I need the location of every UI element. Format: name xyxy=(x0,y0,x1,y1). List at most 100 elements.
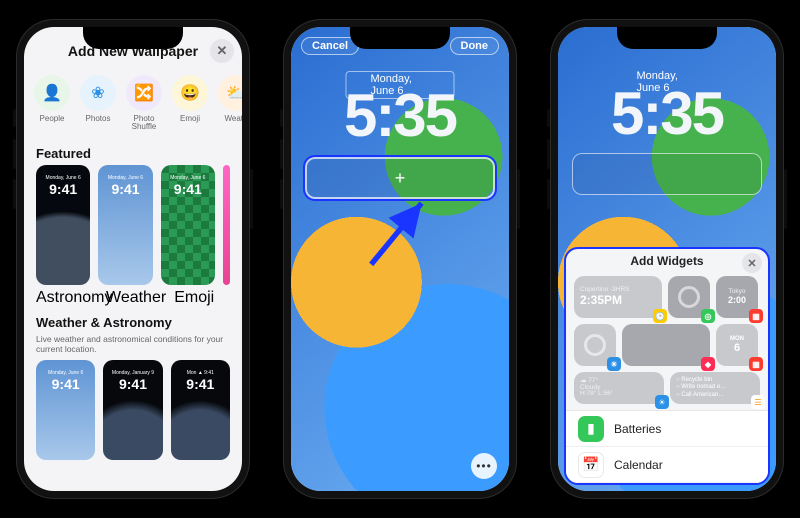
sheet-header: Add Widgets ✕ xyxy=(566,249,768,272)
tile-time: 9:41 xyxy=(103,376,162,392)
wallpaper-tile[interactable]: Monday, January 99:41 xyxy=(103,360,162,460)
weather-icon: ☀ xyxy=(655,395,669,409)
app-list: ▮ Batteries 📅 Calendar xyxy=(566,410,768,483)
app-item-calendar[interactable]: 📅 Calendar xyxy=(566,447,768,483)
wallpaper-tile-weather[interactable]: Monday, June 69:41 xyxy=(98,165,152,285)
add-widgets-sheet: Add Widgets ✕ Cupertino -3HRS 2:35PM 🕑 ◎… xyxy=(564,247,770,485)
tile-time: 9:41 xyxy=(171,376,230,392)
app-label: Calendar xyxy=(614,458,663,472)
volume-down xyxy=(280,179,283,209)
more-button[interactable]: ••• xyxy=(471,453,497,479)
widget-ring[interactable]: ☀ xyxy=(574,324,616,366)
reminders-icon: ☰ xyxy=(751,395,765,409)
widget-suggestions: Cupertino -3HRS 2:35PM 🕑 ◎ Tokyo 2:00 ▦ … xyxy=(566,272,768,410)
tile-time: 9:41 xyxy=(36,181,90,197)
tile-time: 9:41 xyxy=(98,181,152,197)
tile-caption: Astronomy xyxy=(36,289,98,307)
app-icon: ◆ xyxy=(701,357,715,371)
close-button[interactable]: ✕ xyxy=(210,39,234,63)
silence-switch xyxy=(547,109,550,127)
widget-fitness-rings[interactable]: ◎ xyxy=(668,276,710,318)
close-button[interactable]: ✕ xyxy=(742,253,762,273)
notch xyxy=(83,27,183,49)
weather-icon: ☀ xyxy=(607,357,621,371)
ring-icon xyxy=(584,334,606,356)
battery-icon: ▮ xyxy=(578,416,604,442)
phone-add-wallpaper: Add New Wallpaper ✕ 👤People ❀Photos 🔀Pho… xyxy=(16,19,250,499)
volume-up xyxy=(13,139,16,169)
calendar-icon: ▦ xyxy=(749,357,763,371)
volume-down xyxy=(547,179,550,209)
volume-up xyxy=(280,139,283,169)
featured-tiles: Monday, June 69:41 Monday, June 69:41 Mo… xyxy=(36,165,230,285)
widget-blank[interactable]: ◆ xyxy=(622,324,710,366)
reminder-item: ○ Write nomad e… xyxy=(676,384,754,392)
side-button xyxy=(517,169,520,229)
person-icon: 👤 xyxy=(34,75,70,111)
widget-weather[interactable]: ☁ 77° Cloudy H:78° L:56° ☀ xyxy=(574,372,664,404)
volume-down xyxy=(13,179,16,209)
widget-time: 2:35PM xyxy=(580,293,656,307)
lockscreen-time[interactable]: 5:35 xyxy=(291,81,509,150)
section-title: Weather & Astronomy xyxy=(36,315,230,330)
phone-add-widgets: Monday, June 6 5:35 Add Widgets ✕ Cupert… xyxy=(550,19,784,499)
category-label: People xyxy=(40,115,65,123)
close-icon: ✕ xyxy=(217,43,228,59)
widget-world-clock[interactable]: Cupertino -3HRS 2:35PM 🕑 xyxy=(574,276,662,318)
widget-slot[interactable] xyxy=(572,153,762,195)
category-people[interactable]: 👤 People xyxy=(34,75,70,132)
weather-hilo: H:78° L:56° xyxy=(580,391,658,398)
screen: Add New Wallpaper ✕ 👤People ❀Photos 🔀Pho… xyxy=(24,27,242,491)
ellipsis-icon: ••• xyxy=(476,459,492,473)
category-photos[interactable]: ❀ Photos xyxy=(80,75,116,132)
widget-time: 2:00 xyxy=(722,295,752,305)
plus-icon: + xyxy=(395,168,406,189)
emoji-icon: 😀 xyxy=(172,75,208,111)
silence-switch xyxy=(13,109,16,127)
weather-astro-tiles: Monday, June 69:41 Monday, January 99:41… xyxy=(36,360,230,460)
widget-day: 6 xyxy=(722,342,752,354)
volume-up xyxy=(547,139,550,169)
category-label: Photo Shuffle xyxy=(126,115,162,132)
widget-world-clock-small[interactable]: Tokyo 2:00 ▦ xyxy=(716,276,758,318)
app-label: Batteries xyxy=(614,422,661,436)
section-subtitle: Live weather and astronomical conditions… xyxy=(36,334,230,354)
wallpaper-tile-partial[interactable] xyxy=(223,165,230,285)
category-emoji[interactable]: 😀 Emoji xyxy=(172,75,208,132)
app-item-batteries[interactable]: ▮ Batteries xyxy=(566,411,768,447)
silence-switch xyxy=(280,109,283,127)
fitness-icon: ◎ xyxy=(701,309,715,323)
screen: Monday, June 6 5:35 Add Widgets ✕ Cupert… xyxy=(558,27,776,491)
widget-calendar-day[interactable]: MON6▦ xyxy=(716,324,758,366)
category-label: Photos xyxy=(86,115,111,123)
wallpaper-tile[interactable]: Mon ▲ 9:419:41 xyxy=(171,360,230,460)
section-title: Featured xyxy=(36,146,230,161)
notch xyxy=(617,27,717,49)
category-label: Emoji xyxy=(180,115,200,123)
category-weather[interactable]: ⛅Weath xyxy=(218,75,242,132)
wallpaper-tile-emoji[interactable]: Monday, June 69:41 xyxy=(161,165,215,285)
tile-caption: Weather xyxy=(106,289,166,307)
category-photo-shuffle[interactable]: 🔀Photo Shuffle xyxy=(126,75,162,132)
tile-time: 9:41 xyxy=(161,181,215,197)
lockscreen-time: 5:35 xyxy=(558,79,776,148)
weather-astronomy-section: Weather & Astronomy Live weather and ast… xyxy=(24,309,242,462)
cancel-button[interactable]: Cancel xyxy=(301,37,359,55)
featured-section: Featured Monday, June 69:41 Monday, June… xyxy=(24,140,242,309)
notch xyxy=(350,27,450,49)
reminder-item: ○ Call American… xyxy=(676,392,754,400)
photos-icon: ❀ xyxy=(80,75,116,111)
wallpaper-tile[interactable]: Monday, June 69:41 xyxy=(36,360,95,460)
phone-edit-lockscreen: Cancel Done Monday, June 6 5:35 + ••• xyxy=(283,19,517,499)
calendar-icon: 📅 xyxy=(578,452,604,478)
tile-caption: Emoji xyxy=(174,289,230,307)
wallpaper-tile-astronomy[interactable]: Monday, June 69:41 xyxy=(36,165,90,285)
side-button xyxy=(784,169,787,229)
rings-icon xyxy=(678,286,700,308)
sheet-title: Add Widgets xyxy=(630,254,703,268)
annotation-arrow-icon xyxy=(355,187,445,277)
done-button[interactable]: Done xyxy=(450,37,500,55)
close-icon: ✕ xyxy=(747,257,756,270)
tile-time: 9:41 xyxy=(36,376,95,392)
widget-reminders[interactable]: ○ Recycle bin ○ Write nomad e… ○ Call Am… xyxy=(670,372,760,404)
